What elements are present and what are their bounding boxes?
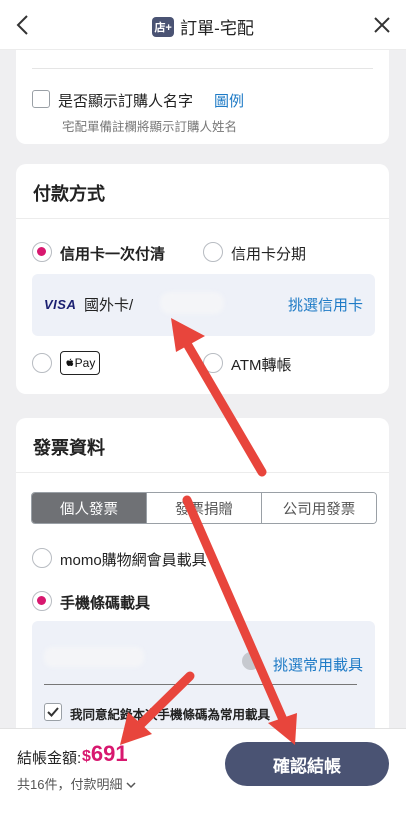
credit-installment-label: 信用卡分期 <box>231 246 307 263</box>
item-count-text: 共16件，付款明細 <box>17 777 123 792</box>
buyer-name-card: 是否顯示訂購人名字 圖例 宅配單備註欄將顯示訂購人姓名 <box>16 50 389 144</box>
card-type-label: 國外卡/ <box>84 297 134 314</box>
check-icon <box>47 707 59 717</box>
item-count-link[interactable]: 共16件，付款明細 <box>17 774 136 793</box>
apple-icon <box>66 358 73 366</box>
invoice-tabs: 個人發票 發票捐贈 公司用發票 <box>31 492 377 524</box>
header: 店+ 訂單-宅配 <box>0 0 406 50</box>
input-underline <box>44 684 357 685</box>
tab-company-invoice[interactable]: 公司用發票 <box>262 493 376 523</box>
confirm-checkout-button[interactable]: 確認結帳 <box>225 742 389 786</box>
clear-icon[interactable] <box>242 652 260 670</box>
payment-card: 付款方式 信用卡一次付清 信用卡分期 VISA 國外卡/ 挑選信用卡 Pay A… <box>16 164 389 394</box>
mobile-barcode-label: 手機條碼載具 <box>60 595 151 612</box>
pick-credit-card-link[interactable]: 挑選信用卡 <box>288 294 363 315</box>
atm-label: ATM轉帳 <box>231 357 292 374</box>
tab-personal-invoice[interactable]: 個人發票 <box>32 493 147 523</box>
total-label: 結帳金額: <box>17 750 82 767</box>
legend-link[interactable]: 圖例 <box>214 90 244 111</box>
payment-title: 付款方式 <box>33 184 105 204</box>
currency-symbol: $ <box>82 748 91 765</box>
page-title-group: 店+ 訂單-宅配 <box>0 14 406 39</box>
agree-save-carrier-checkbox[interactable] <box>44 703 62 721</box>
apple-pay-logo: Pay <box>60 351 100 375</box>
radio-member-carrier[interactable] <box>32 548 52 568</box>
credit-card-box[interactable]: VISA 國外卡/ 挑選信用卡 <box>32 274 375 336</box>
radio-apple-pay[interactable] <box>32 353 52 373</box>
total-amount: $691 <box>82 741 128 767</box>
pick-carrier-link[interactable]: 挑選常用載具 <box>273 654 363 675</box>
masked-card-number <box>160 292 224 314</box>
invoice-card: 發票資料 個人發票 發票捐贈 公司用發票 momo購物網會員載具 手機條碼載具 … <box>16 418 389 748</box>
agree-save-carrier-label: 我同意紀錄本次手機條碼為常用載具 <box>70 708 271 722</box>
tab-donate-invoice[interactable]: 發票捐贈 <box>147 493 262 523</box>
chevron-down-icon <box>126 782 136 789</box>
radio-credit-full[interactable] <box>32 242 52 262</box>
checkout-bar: 結帳金額: $691 共16件，付款明細 確認結帳 <box>0 728 406 813</box>
carrier-input[interactable] <box>44 647 144 667</box>
invoice-title: 發票資料 <box>33 438 105 458</box>
member-carrier-label: momo購物網會員載具 <box>60 552 207 569</box>
show-buyer-name-label: 是否顯示訂購人名字 <box>58 93 194 110</box>
radio-atm[interactable] <box>203 353 223 373</box>
store-plus-icon: 店+ <box>152 16 175 37</box>
show-buyer-name-checkbox[interactable] <box>32 90 50 108</box>
close-icon[interactable] <box>370 13 394 37</box>
divider <box>32 68 373 69</box>
credit-full-label: 信用卡一次付清 <box>60 246 166 263</box>
radio-mobile-barcode[interactable] <box>32 591 52 611</box>
apple-pay-text: Pay <box>74 356 96 370</box>
page-title: 訂單-宅配 <box>180 19 254 38</box>
divider <box>16 218 389 219</box>
radio-credit-installment[interactable] <box>203 242 223 262</box>
visa-logo: VISA <box>44 297 77 312</box>
amount-value: 691 <box>90 741 128 766</box>
show-buyer-name-description: 宅配單備註欄將顯示訂購人姓名 <box>62 120 238 134</box>
divider <box>16 472 389 473</box>
